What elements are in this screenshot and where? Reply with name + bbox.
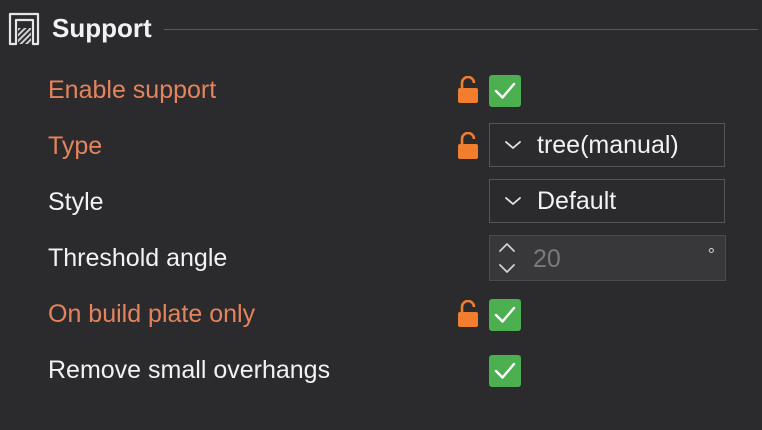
checkmark-icon — [494, 82, 516, 99]
support-section-icon — [8, 12, 40, 46]
setting-row-remove-small-overhangs: Remove small overhangs — [0, 346, 762, 394]
on-build-plate-only-label: On build plate only — [48, 300, 256, 328]
style-dropdown[interactable]: Default — [489, 179, 725, 223]
on-build-plate-only-checkbox[interactable] — [489, 299, 521, 331]
remove-small-overhangs-checkbox[interactable] — [489, 355, 521, 387]
section-header: Support — [8, 8, 758, 48]
checkmark-icon — [494, 362, 516, 379]
setting-row-style: Style Default — [0, 178, 762, 226]
chevron-down-icon — [505, 197, 521, 205]
enable-support-checkbox[interactable] — [489, 75, 521, 107]
type-label: Type — [48, 132, 103, 160]
threshold-angle-value[interactable]: 20 — [533, 236, 561, 280]
threshold-angle-label: Threshold angle — [48, 244, 228, 272]
style-value: Default — [537, 187, 617, 215]
chevron-down-icon — [505, 141, 521, 149]
threshold-angle-spinbox[interactable]: 20 ° — [489, 235, 726, 281]
unlocked-padlock-icon[interactable] — [457, 132, 479, 160]
unlocked-padlock-icon[interactable] — [457, 300, 479, 328]
section-title: Support — [52, 12, 152, 43]
degree-unit: ° — [707, 245, 715, 265]
setting-row-on-build-plate-only: On build plate only — [0, 290, 762, 338]
checkmark-icon — [494, 306, 516, 323]
chevron-up-icon[interactable] — [498, 241, 516, 253]
setting-row-threshold-angle: Threshold angle 20 ° — [0, 234, 762, 282]
type-value: tree(manual) — [537, 131, 679, 159]
remove-small-overhangs-label: Remove small overhangs — [48, 356, 331, 384]
style-label: Style — [48, 188, 104, 216]
spin-arrows — [490, 236, 524, 280]
enable-support-label: Enable support — [48, 76, 217, 104]
setting-row-enable-support: Enable support — [0, 66, 762, 114]
setting-row-type: Type tree(manual) — [0, 122, 762, 170]
type-dropdown[interactable]: tree(manual) — [489, 123, 725, 167]
unlocked-padlock-icon[interactable] — [457, 76, 479, 104]
section-divider — [163, 28, 758, 30]
chevron-down-icon[interactable] — [498, 263, 516, 275]
